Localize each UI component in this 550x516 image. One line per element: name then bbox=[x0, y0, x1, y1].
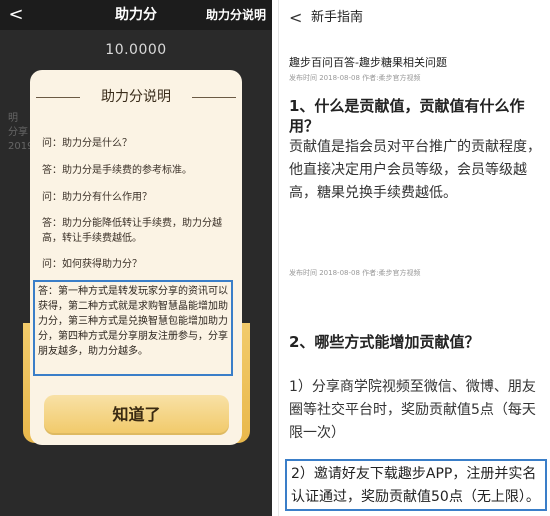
qa-line: 问：助力分是什么？ bbox=[42, 138, 132, 149]
qa-line: 答：助力分能降低转让手续费，助力分越高，转让手续费越低。 bbox=[42, 218, 222, 244]
points-explanation-modal: 助力分说明 问：助力分是什么？ 答：助力分是手续费的参考标准。 问：助力分有什么… bbox=[30, 70, 242, 445]
question-heading-1: 1、什么是贡献值，贡献值有什么作用？ bbox=[289, 97, 525, 135]
got-it-button[interactable]: 知道了 bbox=[44, 395, 229, 435]
points-explanation-link[interactable]: 助力分说明 bbox=[206, 0, 266, 30]
qa-line: 问：如何获得助力分？ bbox=[42, 259, 142, 270]
back-arrow-icon[interactable]: < bbox=[289, 8, 305, 28]
article-meta: 发布时间 2018-08-08 作者:柔步官方视频 bbox=[289, 269, 421, 277]
points-value: 10.0000 bbox=[105, 42, 167, 58]
modal-header: 助力分说明 bbox=[30, 86, 242, 108]
highlighted-answer: 2）邀请好友下载趣步APP，注册并实名认证通过，奖励贡献值50点（无上限）。 bbox=[285, 459, 547, 511]
right-top-bar: < 新手指南 bbox=[279, 0, 550, 36]
qa-line: 问：助力分有什么作用？ bbox=[42, 192, 152, 203]
right-screen: < 新手指南 趣步百问百答-趣步糖果相关问题 发布时间 2018-08-08 作… bbox=[278, 0, 550, 516]
answer-paragraph-2: 1）分享商学院视频至微信、微博、朋友圈等社交平台时，奖励贡献值5点（每天限一次） bbox=[289, 379, 536, 441]
article-meta: 发布时间 2018-08-08 作者:柔步官方视频 bbox=[289, 74, 421, 82]
article-title: 趣步百问百答-趣步糖果相关问题 bbox=[289, 56, 447, 69]
left-screen: < 助力分 助力分说明 10.0000 明 分享 2019 助力分说明 问：助力… bbox=[0, 0, 272, 516]
qa-line: 答：助力分是手续费的参考标准。 bbox=[42, 165, 192, 176]
left-top-bar: < 助力分 助力分说明 bbox=[0, 0, 272, 30]
answer-paragraph-1: 贡献值是指会员对平台推广的贡献程度，他直接决定用户会员等级，会员等级越高，糖果兑… bbox=[289, 139, 541, 201]
highlighted-answer: 答：第一种方式是转发玩家分享的资讯可以获得，第二种方式就是求购智慧晶能增加助力分… bbox=[33, 280, 233, 376]
header-divider bbox=[192, 97, 236, 98]
page-title: 新手指南 bbox=[311, 10, 364, 25]
question-heading-2: 2、哪些方式能增加贡献值？ bbox=[289, 333, 480, 351]
